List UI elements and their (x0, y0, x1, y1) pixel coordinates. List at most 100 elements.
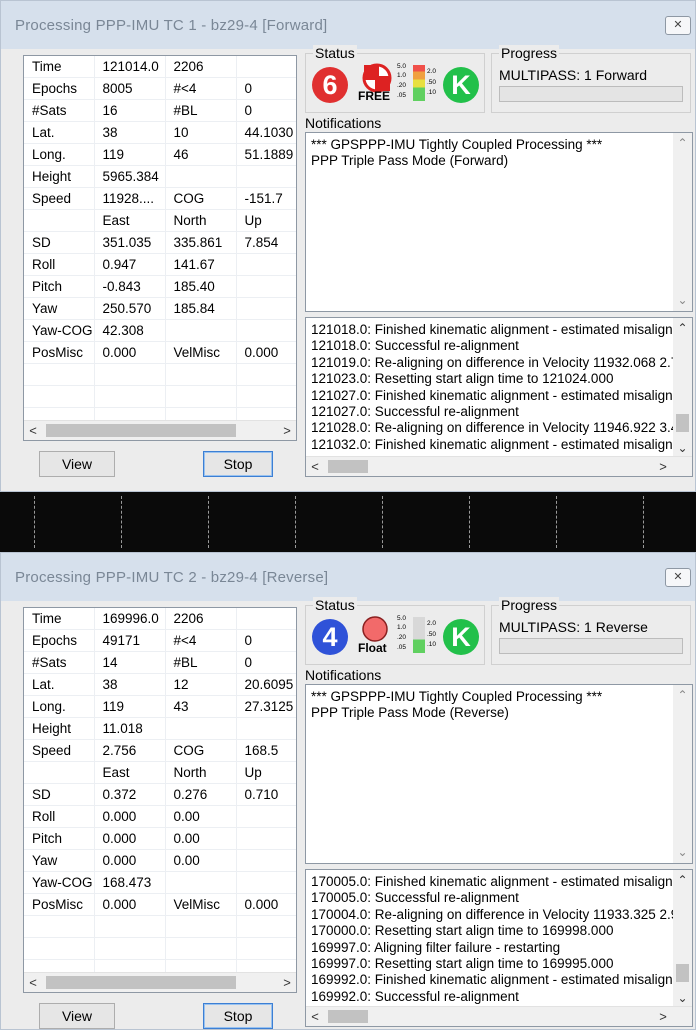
view-button[interactable]: View (39, 1003, 115, 1029)
table-cell: PosMisc (24, 893, 95, 916)
satellite-count-badge: 6 (312, 67, 348, 103)
table-cell (236, 915, 296, 938)
scroll-down-icon[interactable]: ⌄ (673, 990, 692, 1007)
notifications-box[interactable]: *** GPSPPP-IMU Tightly Coupled Processin… (305, 684, 693, 864)
scroll-thumb[interactable] (46, 976, 236, 989)
table-cell (24, 915, 95, 938)
scroll-down-icon[interactable]: ⌄ (673, 292, 692, 309)
table-cell: 121014.0 (94, 56, 166, 78)
notifications-scrollbar[interactable]: ⌃ ⌄ (673, 133, 692, 311)
table-cell: 0.276 (165, 783, 237, 806)
table-cell (165, 385, 237, 408)
log-line: 121018.0: Finished kinematic alignment -… (311, 322, 684, 337)
table-cell: 16 (94, 99, 166, 122)
log-line: 121018.0: Successful re-alignment (311, 338, 519, 354)
quality-meter-icon: 5.0 1.0 .20 .05 2.0 .50 .10 (397, 63, 437, 101)
title-bar[interactable]: Processing PPP-IMU TC 2 - bz29-4 [Revers… (1, 553, 695, 601)
table-row: Pitch 0.000 0.00 (24, 827, 296, 850)
notifications-box[interactable]: *** GPSPPP-IMU Tightly Coupled Processin… (305, 132, 693, 312)
log-line: 121023.0: Resetting start align time to … (311, 371, 614, 387)
log-horizontal-scrollbar[interactable]: < > (306, 1006, 692, 1026)
scroll-up-icon[interactable]: ⌃ (673, 135, 692, 152)
log-box[interactable]: 170005.0: Finished kinematic alignment -… (305, 869, 693, 1027)
separator-line (556, 496, 557, 548)
table-cell (236, 849, 296, 872)
close-icon[interactable]: ✕ (665, 16, 691, 35)
scroll-right-icon[interactable]: > (278, 973, 296, 992)
table-cell (165, 871, 237, 894)
view-button[interactable]: View (39, 451, 115, 477)
table-cell (165, 165, 237, 188)
table-cell: Time (24, 56, 95, 78)
status-label: Status (313, 45, 357, 61)
table-cell: 0.000 (236, 341, 296, 364)
table-cell: SD (24, 783, 95, 806)
scroll-right-icon[interactable]: > (278, 421, 296, 440)
table-cell (24, 761, 95, 784)
table-row (24, 915, 296, 938)
table-cell: 250.570 (94, 297, 166, 320)
scroll-down-icon[interactable]: ⌄ (673, 440, 692, 457)
separator-line (295, 496, 296, 548)
table-row: #Sats 14 #BL 0 (24, 651, 296, 674)
table-cell: 0 (236, 629, 296, 652)
table-cell: SD (24, 231, 95, 254)
scroll-left-icon[interactable]: < (306, 457, 324, 476)
scroll-thumb[interactable] (46, 424, 236, 437)
table-row: Time 121014.0 2206 (24, 56, 296, 78)
table-cell: Lat. (24, 673, 95, 696)
table-row: East North Up (24, 761, 296, 784)
scroll-up-icon[interactable]: ⌃ (673, 872, 692, 889)
table-row: Lat. 38 10 44.1030 (24, 121, 296, 144)
close-icon[interactable]: ✕ (665, 568, 691, 587)
table-row: PosMisc 0.000 VelMisc 0.000 (24, 341, 296, 364)
solution-grid[interactable]: Time 169996.0 2206 Epochs 49171 #<4 0 #Sats 14 #B… (23, 607, 297, 993)
log-box[interactable]: 121018.0: Finished kinematic alignment -… (305, 317, 693, 477)
scroll-up-icon[interactable]: ⌃ (673, 687, 692, 704)
table-cell: 2.756 (94, 739, 166, 762)
scroll-thumb[interactable] (676, 414, 689, 432)
notifications-label: Notifications (305, 667, 382, 683)
scroll-thumb[interactable] (328, 1010, 368, 1023)
scroll-left-icon[interactable]: < (24, 421, 42, 440)
table-row: SD 0.372 0.276 0.710 (24, 783, 296, 806)
stop-button[interactable]: Stop (203, 1003, 273, 1029)
log-line: 169997.0: Aligning filter failure - rest… (311, 939, 561, 955)
table-cell: 12 (165, 673, 237, 696)
scroll-left-icon[interactable]: < (24, 973, 42, 992)
progress-group (491, 605, 691, 665)
scroll-thumb[interactable] (676, 964, 689, 982)
stop-button[interactable]: Stop (203, 451, 273, 477)
table-cell: 0 (236, 99, 296, 122)
log-line: 170005.0: Successful re-alignment (311, 890, 519, 906)
table-cell: 0.000 (94, 893, 166, 916)
grid-horizontal-scrollbar[interactable]: < > (24, 972, 296, 992)
scroll-right-icon[interactable]: > (654, 457, 672, 476)
table-cell: Long. (24, 143, 95, 166)
log-line: 170005.0: Finished kinematic alignment -… (311, 874, 684, 889)
table-row (24, 385, 296, 408)
window-title: Processing PPP-IMU TC 2 - bz29-4 [Revers… (15, 569, 329, 586)
log-vertical-scrollbar[interactable]: ⌃ ⌄ (673, 870, 692, 1009)
scroll-thumb[interactable] (328, 460, 368, 473)
table-cell: 0.00 (165, 849, 237, 872)
log-horizontal-scrollbar[interactable]: < > (306, 456, 692, 476)
notifications-scrollbar[interactable]: ⌃ ⌄ (673, 685, 692, 863)
table-cell (236, 275, 296, 298)
log-vertical-scrollbar[interactable]: ⌃ ⌄ (673, 318, 692, 459)
scroll-right-icon[interactable]: > (654, 1007, 672, 1026)
table-cell: 168.5 (236, 739, 296, 762)
table-cell: 49171 (94, 629, 166, 652)
scroll-left-icon[interactable]: < (306, 1007, 324, 1026)
table-cell: 2206 (165, 56, 237, 78)
solution-grid[interactable]: Time 121014.0 2206 Epochs 8005 #<4 0 #Sats 16 #BL… (23, 55, 297, 441)
scroll-down-icon[interactable]: ⌄ (673, 844, 692, 861)
log-line: 169992.0: Finished kinematic alignment -… (311, 972, 684, 988)
table-cell: 8005 (94, 77, 166, 100)
table-cell: Height (24, 165, 95, 188)
title-bar[interactable]: Processing PPP-IMU TC 1 - bz29-4 [Forwar… (1, 1, 695, 49)
solution-mode-label: Float (358, 641, 387, 655)
table-cell: VelMisc (165, 893, 237, 916)
grid-horizontal-scrollbar[interactable]: < > (24, 420, 296, 440)
scroll-up-icon[interactable]: ⌃ (673, 320, 692, 337)
